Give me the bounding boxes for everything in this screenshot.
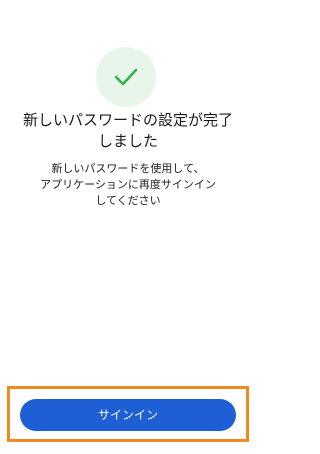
sign-in-button[interactable]: サインイン [20, 399, 236, 431]
success-title: 新しいパスワードの設定が完了しました [22, 111, 233, 150]
password-reset-complete-screen: 新しいパスワードの設定が完了しました 新しいパスワードを使用して、 アプリケーシ… [0, 0, 256, 454]
success-badge [96, 47, 156, 107]
footer-action-area: サインイン [7, 386, 249, 442]
success-message: 新しいパスワードを使用して、 アプリケーションに再度サインイン してください [40, 162, 216, 207]
checkmark-icon [114, 68, 138, 86]
